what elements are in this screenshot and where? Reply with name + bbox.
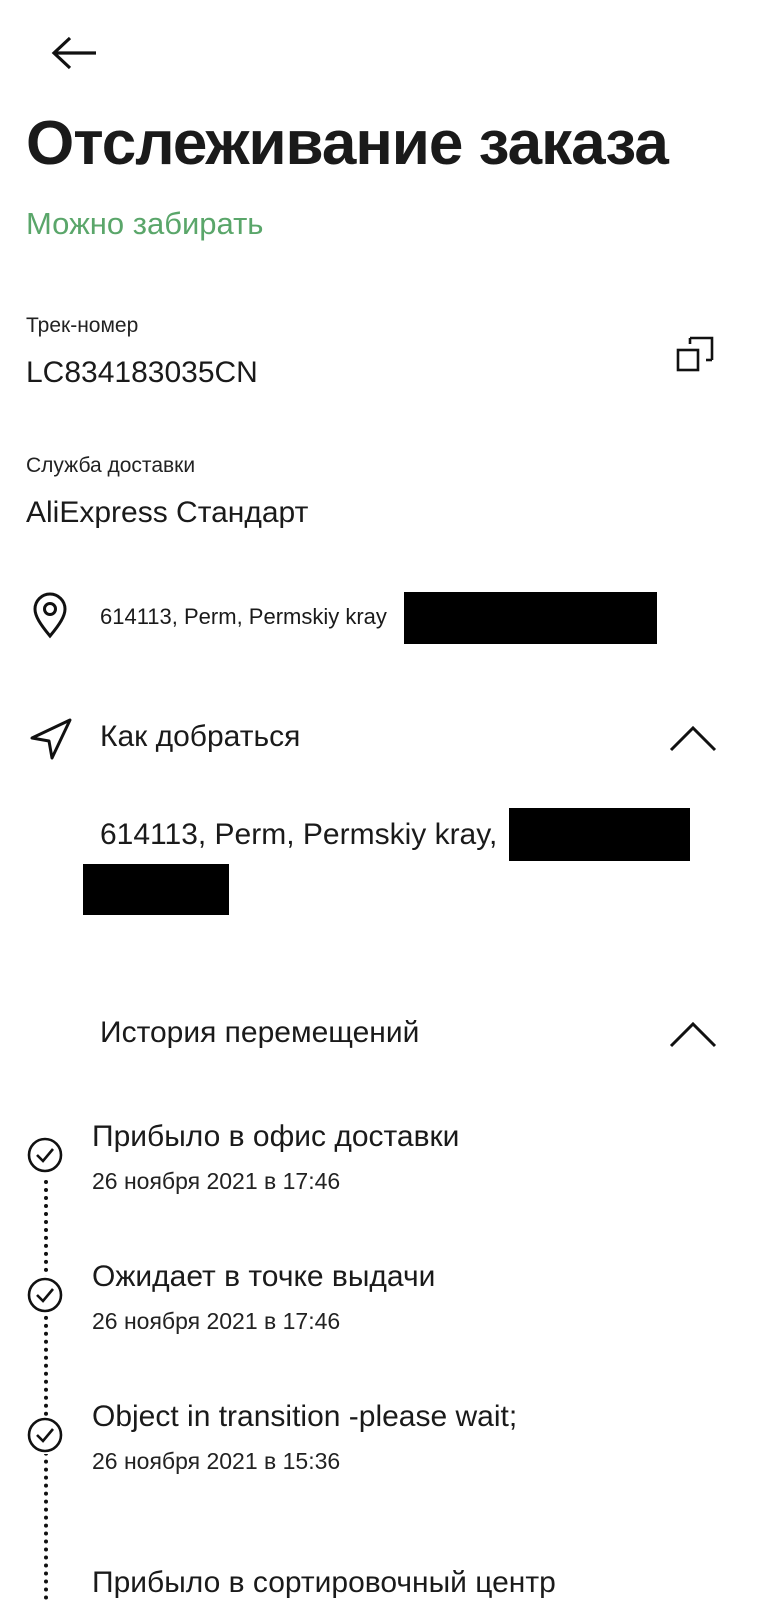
event-title: Прибыло в офис доставки bbox=[92, 1120, 460, 1153]
chevron-up-icon bbox=[669, 1021, 717, 1048]
history-label[interactable]: История перемещений bbox=[100, 1016, 419, 1050]
event-title: Ожидает в точке выдачи bbox=[92, 1260, 436, 1293]
back-button[interactable] bbox=[44, 30, 104, 76]
chevron-up-icon bbox=[669, 725, 717, 752]
timeline-line bbox=[44, 1180, 48, 1600]
check-circle-icon bbox=[26, 1416, 64, 1454]
redacted-block bbox=[404, 592, 657, 644]
delivery-service-value: AliExpress Стандарт bbox=[26, 496, 309, 529]
order-status: Можно забирать bbox=[26, 206, 264, 241]
copy-button[interactable] bbox=[672, 332, 720, 380]
history-toggle[interactable] bbox=[668, 1020, 718, 1050]
directions-label[interactable]: Как добраться bbox=[100, 720, 300, 754]
delivery-service-label: Служба доставки bbox=[26, 454, 196, 477]
tracking-number[interactable]: LC834183035CN bbox=[26, 356, 258, 390]
event-date: 26 ноября 2021 в 17:46 bbox=[92, 1168, 341, 1194]
pickup-address: 614113, Perm, Permskiy kray bbox=[100, 604, 387, 629]
directions-toggle[interactable] bbox=[668, 724, 718, 754]
directions-address: 614113, Perm, Permskiy kray, bbox=[100, 818, 498, 851]
redacted-block bbox=[509, 808, 690, 861]
event-date: 26 ноября 2021 в 17:46 bbox=[92, 1308, 341, 1334]
event-title: Object in transition -please wait; bbox=[92, 1400, 518, 1433]
event-title: Прибыло в сортировочный центр bbox=[92, 1566, 556, 1599]
navigation-arrow-icon bbox=[28, 716, 74, 767]
event-date: 26 ноября 2021 в 15:36 bbox=[92, 1448, 341, 1474]
arrow-left-icon bbox=[51, 36, 96, 70]
redacted-block bbox=[83, 864, 229, 915]
location-pin-icon bbox=[30, 592, 70, 645]
check-circle-icon bbox=[26, 1136, 64, 1174]
copy-icon bbox=[676, 336, 714, 372]
check-circle-icon bbox=[26, 1276, 64, 1314]
tracking-label: Трек-номер bbox=[26, 314, 139, 337]
page-title: Отслеживание заказа bbox=[26, 109, 669, 178]
